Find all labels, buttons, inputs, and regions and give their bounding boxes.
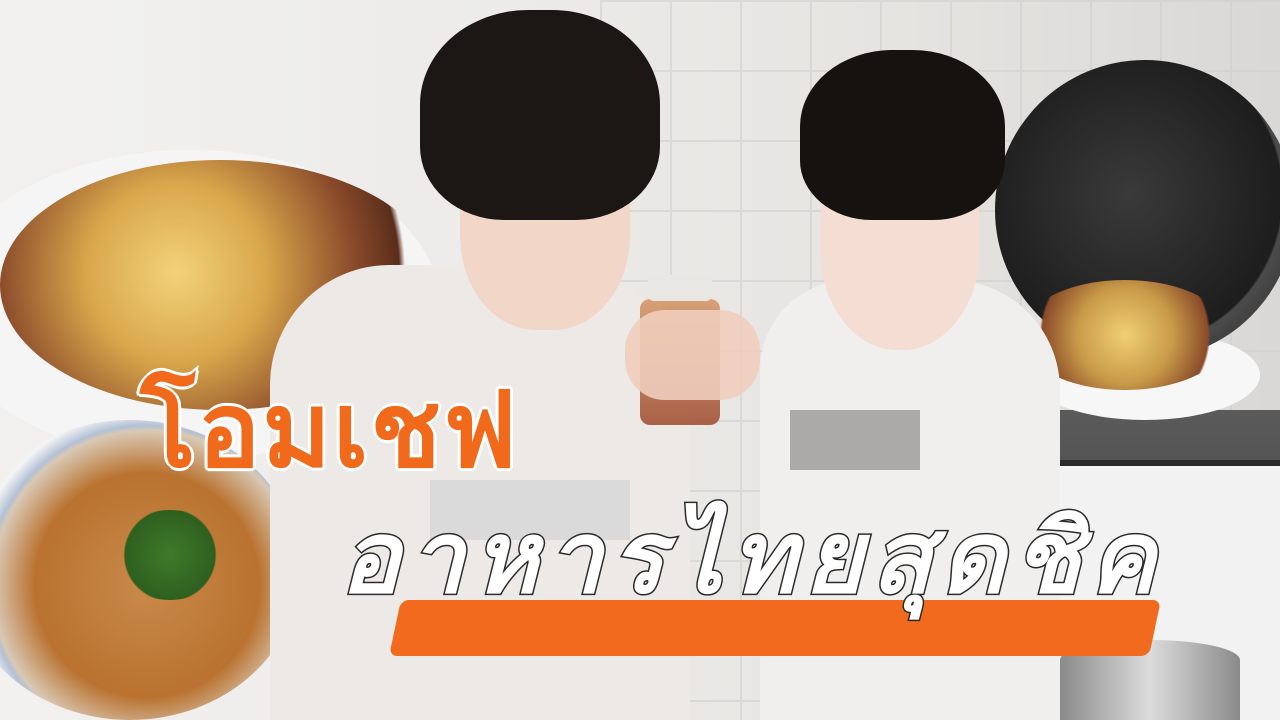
person-right-shirt-print <box>790 410 920 470</box>
thumbnail-scene: โอมเชฟ อาหารไทยสุดชิค <box>0 0 1280 720</box>
person-right-hair <box>800 50 1005 220</box>
coriander-garnish <box>110 510 230 600</box>
hand-holding-jar <box>625 310 760 400</box>
title-line-2: อาหารไทยสุดชิค <box>339 499 1164 616</box>
person-left-hair <box>420 10 660 220</box>
pickle-jar-lid <box>648 275 712 301</box>
title-line-1: โอมเชฟ <box>138 369 519 491</box>
